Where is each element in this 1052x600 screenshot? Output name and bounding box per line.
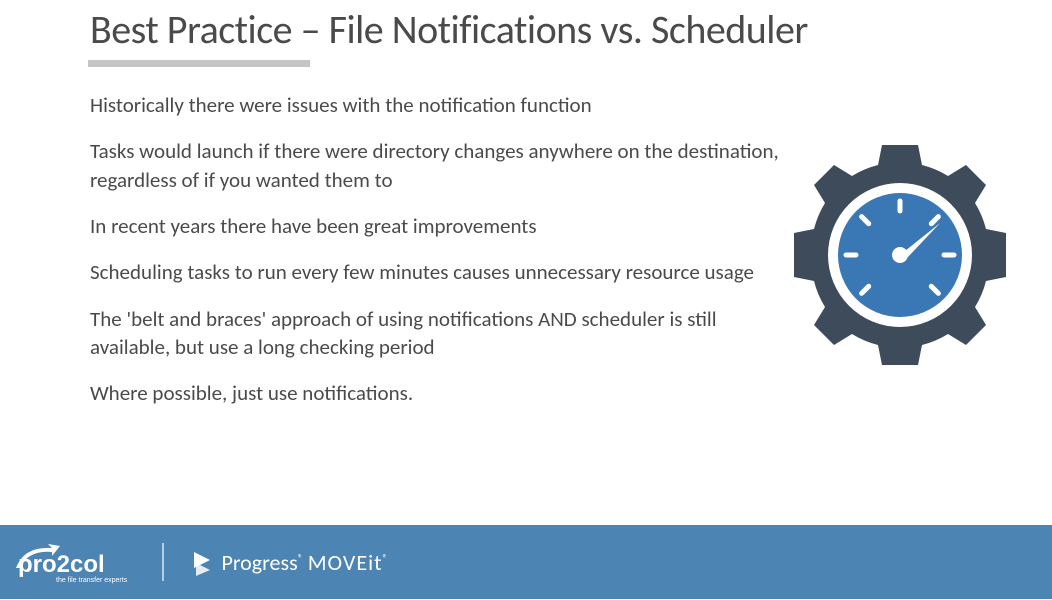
title-underline bbox=[88, 60, 310, 67]
footer-bar: pro2col the file transfer experts Progre… bbox=[0, 525, 1052, 599]
paragraph: The 'belt and braces' approach of using … bbox=[90, 305, 792, 362]
pro2col-logo: pro2col the file transfer experts bbox=[12, 538, 144, 586]
paragraph: Tasks would launch if there were directo… bbox=[90, 137, 792, 194]
paragraph: Where possible, just use notifications. bbox=[90, 379, 792, 407]
progress-brand-text: Progress® MOVEit® bbox=[222, 549, 388, 576]
pro2col-tagline-text: the file transfer experts bbox=[56, 577, 128, 584]
paragraph: In recent years there have been great im… bbox=[90, 212, 792, 240]
gear-speedometer-icon bbox=[790, 145, 1010, 365]
progress-moveit-logo: Progress® MOVEit® bbox=[188, 548, 388, 576]
paragraph: Scheduling tasks to run every few minute… bbox=[90, 258, 792, 286]
paragraph: Historically there were issues with the … bbox=[90, 91, 792, 119]
title-area: Best Practice – File Notifications vs. S… bbox=[0, 0, 1052, 67]
slide-title: Best Practice – File Notifications vs. S… bbox=[90, 5, 1052, 54]
pro2col-brand-text: pro2col bbox=[18, 551, 105, 578]
slide: Best Practice – File Notifications vs. S… bbox=[0, 0, 1052, 600]
footer-divider bbox=[162, 543, 164, 581]
